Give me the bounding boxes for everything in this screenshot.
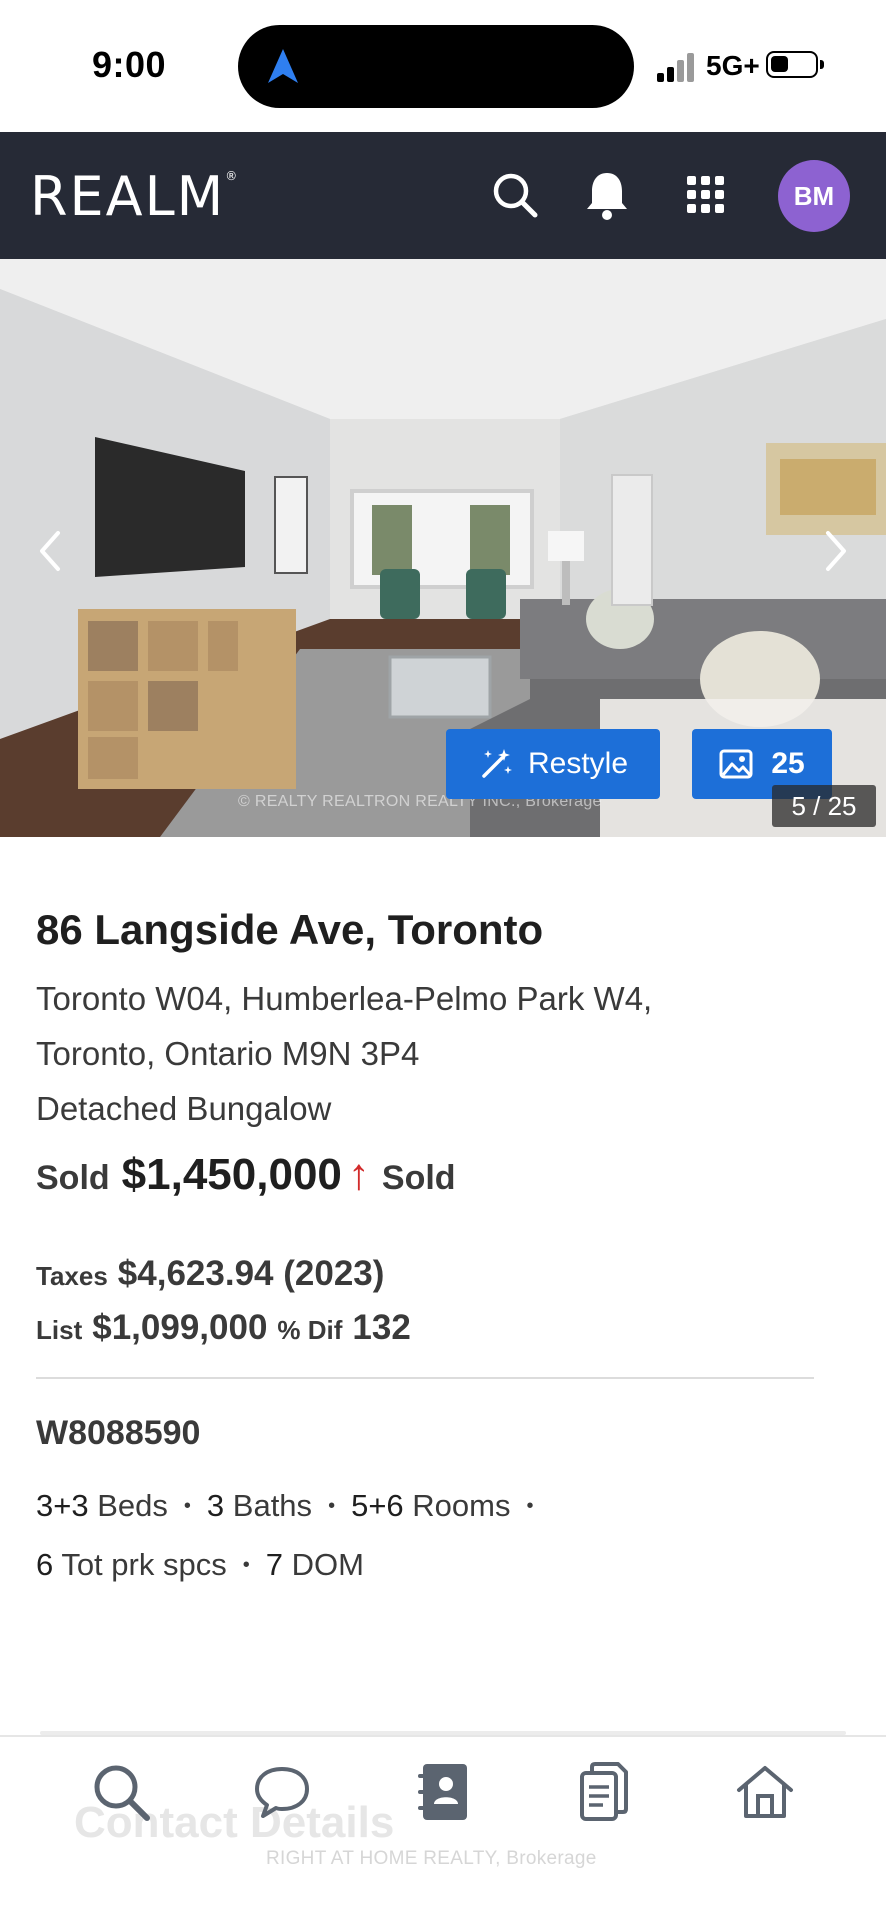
listing-photo-gallery[interactable]: © REALTY REALTRON REALTY INC., Brokerage…: [0, 259, 886, 837]
price-up-arrow-icon: ↑: [347, 1150, 370, 1199]
restyle-label: Restyle: [527, 747, 629, 780]
section-divider: [36, 1377, 814, 1379]
signal-icon: [657, 50, 697, 82]
taxes-label: Taxes: [36, 1261, 108, 1291]
magic-wand-icon: [482, 749, 512, 778]
nav-contacts[interactable]: [403, 1752, 483, 1832]
price-row: Sold $1,450,000 ↑ Sold: [36, 1150, 456, 1200]
rooms-fact: 5+6 Rooms: [351, 1488, 511, 1523]
contacts-book-icon: [417, 1764, 467, 1820]
listing-style: Detached Bungalow: [36, 1090, 332, 1127]
beds-fact: 3+3 Beds: [36, 1488, 168, 1523]
navigation-arrow-icon: [268, 49, 298, 83]
mls-number: W8088590: [36, 1414, 201, 1452]
home-icon: [737, 1766, 794, 1818]
dif-value: 132: [352, 1308, 411, 1347]
photo-counter: 5 / 25: [772, 785, 876, 827]
listing-area-line2: Toronto, Ontario M9N 3P4: [36, 1035, 420, 1072]
image-icon: [719, 749, 753, 779]
listing-address: 86 Langside Ave, Toronto: [36, 906, 544, 953]
status-label-secondary: Sold: [381, 1159, 456, 1197]
taxes-row: Taxes $4,623.94 (2023): [36, 1254, 384, 1294]
nav-search[interactable]: [81, 1752, 161, 1832]
nav-messages[interactable]: [242, 1752, 322, 1832]
list-label: List: [36, 1315, 83, 1345]
carousel-prev-arrow[interactable]: [30, 521, 70, 581]
nav-documents[interactable]: [564, 1752, 644, 1832]
apps-grid-icon[interactable]: [678, 167, 734, 223]
parking-fact: 6 Tot prk spcs: [36, 1547, 227, 1582]
separator-dot: •: [328, 1494, 336, 1517]
status-label: Sold: [36, 1159, 110, 1197]
user-avatar[interactable]: BM: [778, 160, 850, 232]
search-icon: [94, 1765, 150, 1821]
photo-count: 25: [771, 747, 805, 780]
bottom-navigation: [0, 1735, 886, 1847]
sold-price: $1,450,000: [121, 1150, 342, 1199]
nav-home[interactable]: [725, 1752, 805, 1832]
app-header: REALM® BM: [0, 132, 886, 259]
documents-icon: [580, 1762, 629, 1821]
bell-icon[interactable]: [579, 167, 635, 223]
separator-dot: •: [183, 1494, 191, 1517]
dom-fact: 7 DOM: [265, 1547, 364, 1582]
network-label: 5G+: [706, 50, 760, 81]
footer-watermark: RIGHT AT HOME REALTY, Brokerage: [266, 1848, 597, 1869]
battery-icon: [766, 51, 824, 78]
status-time: 9:00: [92, 44, 167, 85]
list-price-row: List $1,099,000 % Dif 132: [36, 1308, 411, 1348]
listing-area-line1: Toronto W04, Humberlea-Pelmo Park W4,: [36, 980, 653, 1017]
dif-label: % Dif: [277, 1315, 343, 1345]
separator-dot: •: [242, 1553, 250, 1576]
facts-row-1: 3+3 Beds • 3 Baths • 5+6 Rooms •: [36, 1488, 534, 1524]
status-bar: 9:00 5G+: [0, 0, 886, 132]
dynamic-island: [238, 25, 634, 108]
separator-dot: •: [526, 1494, 534, 1517]
taxes-value: $4,623.94 (2023): [117, 1254, 385, 1293]
chat-bubble-icon: [254, 1767, 309, 1818]
list-value: $1,099,000: [92, 1308, 268, 1347]
facts-row-2: 6 Tot prk spcs • 7 DOM: [36, 1547, 364, 1583]
realm-logo[interactable]: REALM®: [30, 170, 239, 224]
carousel-next-arrow[interactable]: [816, 521, 856, 581]
baths-fact: 3 Baths: [206, 1488, 313, 1523]
restyle-button[interactable]: Restyle: [446, 729, 660, 799]
search-icon[interactable]: [487, 167, 543, 223]
